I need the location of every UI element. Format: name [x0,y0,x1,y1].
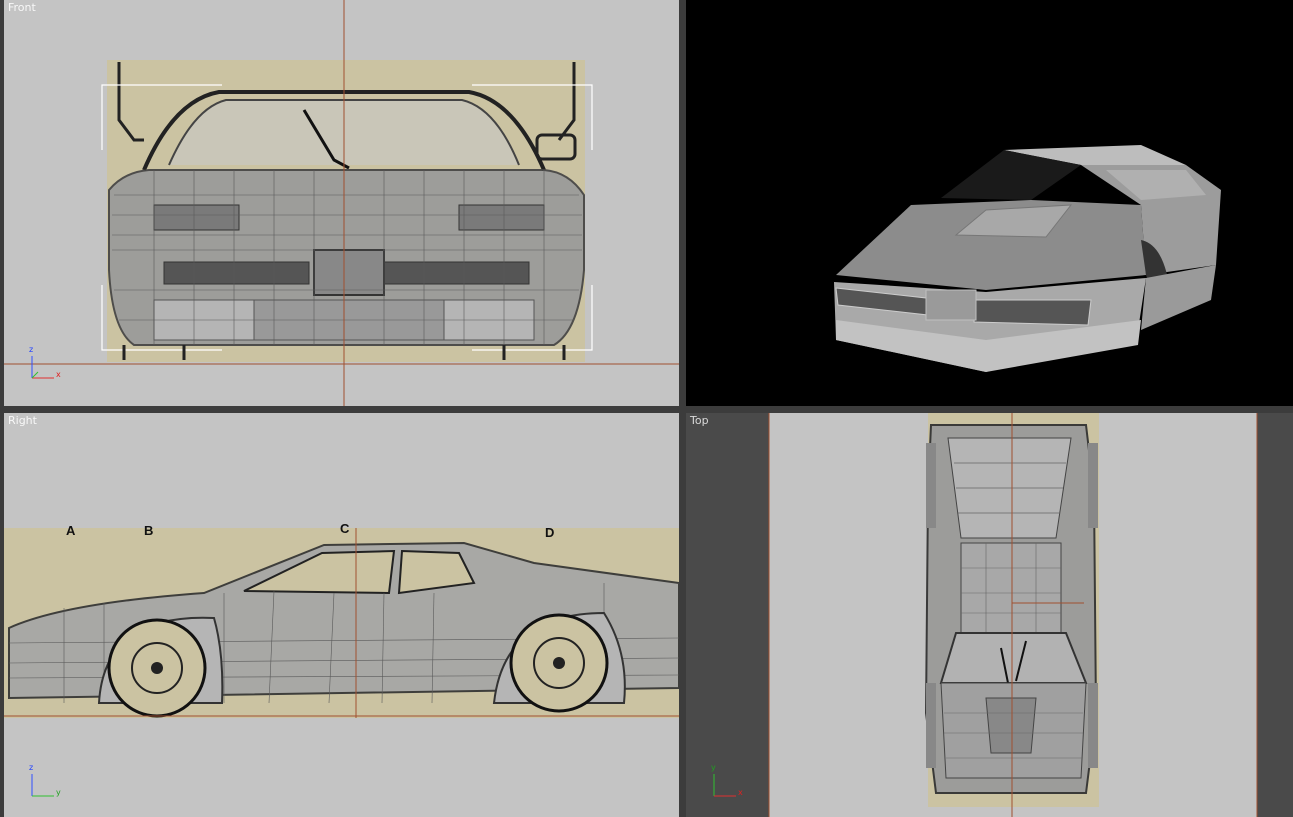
blueprint-label-a: A [66,523,76,538]
top-axis-side-label: x [738,788,743,797]
front-axis-tripod [31,356,54,379]
viewport-label-front[interactable]: Front [8,1,36,14]
viewport-front[interactable]: z x Front [4,0,679,406]
top-view-canvas: y x [711,413,1258,817]
car-3d-model [834,145,1221,372]
right-axis-side-label: y [56,788,61,797]
front-wheel [107,618,207,718]
right-view-canvas: A B C D z y [4,521,679,797]
front-axis-side-label: x [56,370,61,379]
right-axis-tripod [31,774,54,797]
viewport-perspective[interactable] [686,0,1293,406]
viewport-label-top[interactable]: Top [690,414,709,427]
front-view-canvas: z x [4,0,679,406]
blueprint-label-d: D [545,525,554,540]
top-axis-up-label: y [711,763,716,772]
top-axis-tripod [713,774,736,797]
right-axis-up-label: z [29,763,33,772]
front-axis-up-label: z [29,345,33,354]
viewport-top[interactable]: y x Top [686,413,1293,817]
perspective-view-canvas [834,145,1221,372]
viewport-right[interactable]: A B C D z y Right [4,413,679,817]
blueprint-label-c: C [340,521,350,536]
blueprint-label-b: B [144,523,153,538]
viewport-label-right[interactable]: Right [8,414,37,427]
rear-wheel [509,613,609,713]
